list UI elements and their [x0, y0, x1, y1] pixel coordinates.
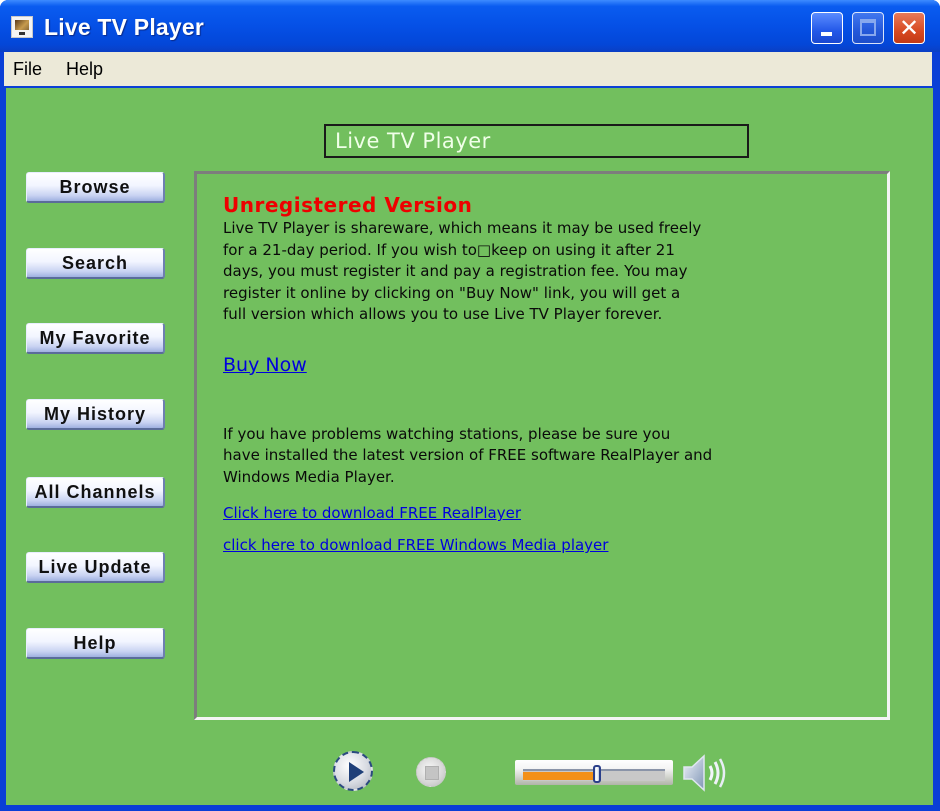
stop-icon — [425, 766, 439, 780]
play-button[interactable] — [333, 751, 373, 791]
play-icon — [349, 762, 364, 782]
volume-slider[interactable] — [515, 760, 673, 785]
download-realplayer-link[interactable]: Click here to download FREE RealPlayer — [223, 504, 521, 522]
unregistered-heading: Unregistered Version — [223, 193, 473, 217]
live-update-button[interactable]: Live Update — [26, 552, 165, 583]
browse-button[interactable]: Browse — [26, 172, 165, 203]
info-content: Unregistered Version Live TV Player is s… — [223, 192, 763, 554]
buy-now-link[interactable]: Buy Now — [223, 354, 307, 376]
close-icon: ✕ — [898, 14, 920, 42]
shareware-line: for a 21-day period. If you wish to□keep… — [223, 240, 675, 259]
info-panel: Unregistered Version Live TV Player is s… — [194, 171, 890, 720]
maximize-icon — [860, 19, 876, 36]
tv-stand-graphic — [19, 32, 25, 35]
volume-thumb[interactable] — [592, 765, 601, 783]
header-title: Live TV Player — [335, 129, 491, 153]
help-line: Windows Media Player. — [223, 467, 395, 486]
all-channels-button[interactable]: All Channels — [26, 477, 165, 508]
speaker-icon[interactable] — [682, 753, 732, 793]
window-title: Live TV Player — [44, 14, 205, 40]
shareware-line: Live TV Player is shareware, which means… — [223, 219, 702, 237]
menu-file[interactable]: File — [13, 59, 42, 80]
header-title-box: Live TV Player — [324, 124, 749, 158]
volume-fill — [523, 772, 597, 780]
shareware-line: register it online by clicking on "Buy N… — [223, 283, 681, 302]
close-button[interactable]: ✕ — [893, 12, 925, 44]
tv-monitor-icon[interactable] — [11, 16, 33, 38]
shareware-line: full version which allows you to use Liv… — [223, 305, 663, 323]
help-button[interactable]: Help — [26, 628, 165, 659]
minimize-icon — [821, 32, 832, 36]
stop-button[interactable] — [416, 757, 446, 787]
help-line: have installed the latest version of FRE… — [223, 446, 713, 464]
app-window: Live TV Player ✕ File Help Live TV Playe… — [0, 0, 940, 811]
minimize-button[interactable] — [811, 12, 843, 44]
maximize-button[interactable] — [852, 12, 884, 44]
shareware-line: days, you must register it and pay a reg… — [223, 262, 688, 280]
my-history-button[interactable]: My History — [26, 399, 165, 430]
search-button[interactable]: Search — [26, 248, 165, 279]
help-line: If you have problems watching stations, … — [223, 424, 671, 443]
player-controls — [6, 744, 933, 804]
menu-help[interactable]: Help — [66, 59, 103, 80]
download-wmp-link[interactable]: click here to download FREE Windows Medi… — [223, 536, 608, 554]
my-favorite-button[interactable]: My Favorite — [26, 323, 165, 354]
menu-bar: File Help — [4, 52, 932, 86]
client-area: Live TV Player Browse Search My Favorite… — [6, 88, 933, 805]
tv-screen-graphic — [15, 20, 29, 30]
title-bar[interactable]: Live TV Player ✕ — [0, 0, 940, 52]
